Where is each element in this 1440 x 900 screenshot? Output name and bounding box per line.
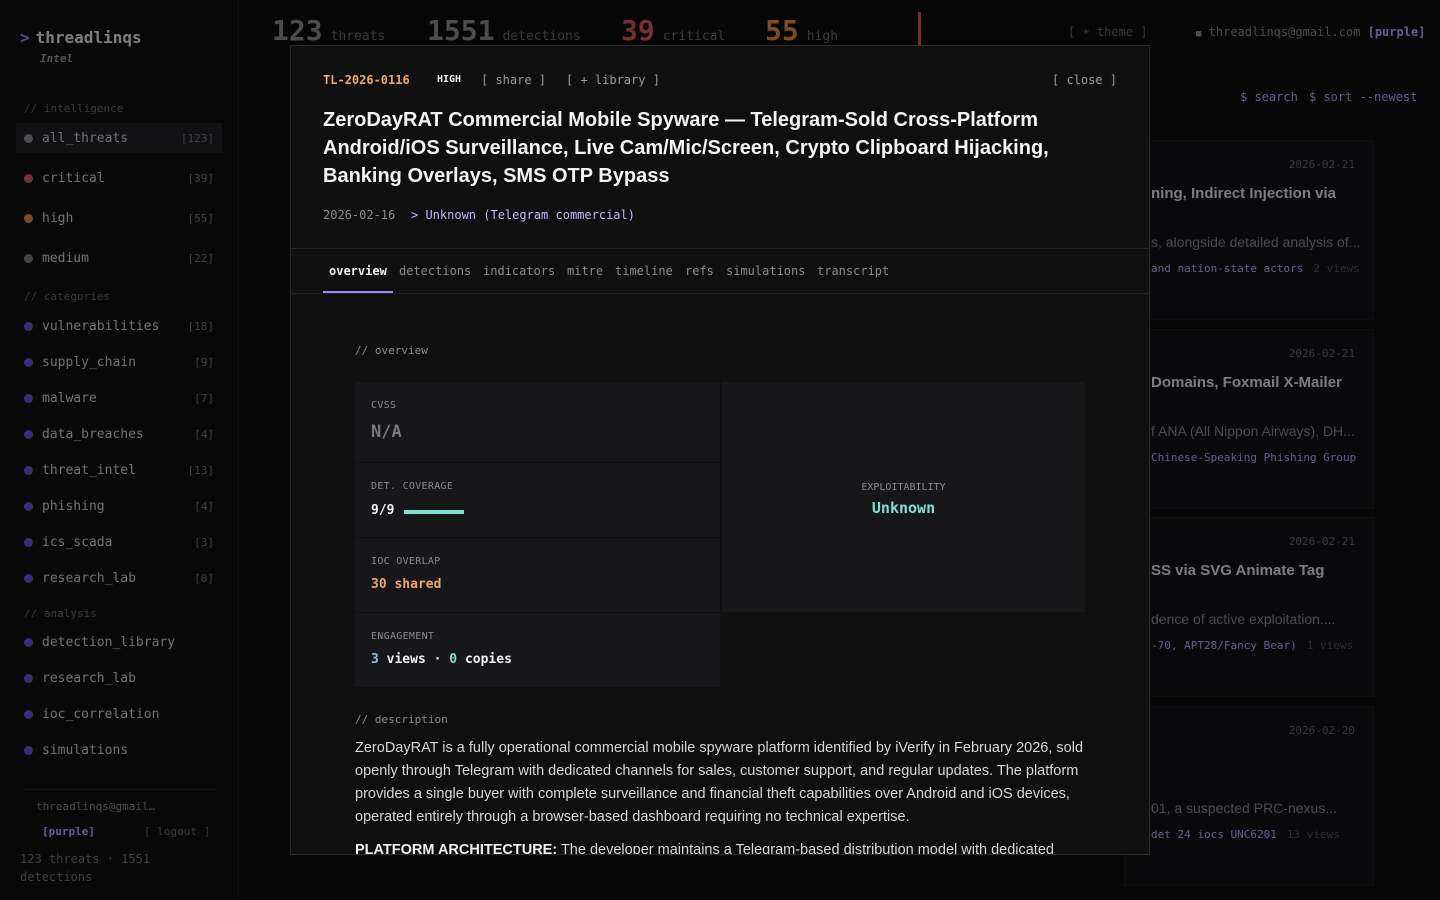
modal-header: TL-2026-0116 HIGH [ share ] [ + library …: [291, 46, 1149, 249]
tab-mitre[interactable]: mitre: [567, 264, 603, 278]
ioc-overlap-cell: IOC OVERLAP 30 shared: [355, 538, 720, 612]
coverage-cell: DET. COVERAGE 9/9: [355, 463, 720, 537]
tab-simulations[interactable]: simulations: [726, 264, 805, 278]
engagement-views-count: 3: [371, 652, 379, 667]
threat-detail-modal: TL-2026-0116 HIGH [ share ] [ + library …: [290, 45, 1150, 855]
description-platform-paragraph: PLATFORM ARCHITECTURE: The developer mai…: [355, 842, 1085, 855]
tab-overview[interactable]: overview: [329, 264, 387, 278]
coverage-value: 9/9: [371, 503, 395, 518]
cvss-label: CVSS: [371, 400, 397, 411]
tab-refs[interactable]: refs: [685, 264, 714, 278]
overview-section-label: // overview: [355, 344, 428, 357]
exploitability-value: Unknown: [871, 499, 936, 517]
threat-title: ZeroDayRAT Commercial Mobile Spyware — T…: [323, 109, 1049, 187]
description-section-label: // description: [355, 713, 448, 726]
engagement-separator: ·: [433, 652, 442, 667]
ioc-overlap-label: IOC OVERLAP: [371, 556, 441, 567]
platform-text: The developer maintains a Telegram-based…: [557, 842, 1054, 855]
add-to-library-button[interactable]: [ + library ]: [566, 73, 660, 87]
exploitability-label: EXPLOITABILITY: [861, 482, 946, 493]
threat-date: 2026-02-16: [323, 208, 396, 222]
modal-tabs: overview detections indicators mitre timelin…: [291, 249, 1149, 294]
engagement-views-label: views: [386, 652, 426, 667]
cvss-value: N/A: [371, 422, 402, 442]
tab-indicators[interactable]: indicators: [483, 264, 555, 278]
threat-actor-link[interactable]: > Unknown (Telegram commercial): [411, 208, 635, 222]
engagement-cell: ENGAGEMENT 3 views · 0 copies: [355, 613, 720, 687]
platform-heading: PLATFORM ARCHITECTURE:: [355, 842, 558, 855]
engagement-copies-count: 0: [449, 652, 458, 667]
ioc-overlap-value: 30 shared: [371, 577, 442, 592]
coverage-bar: [404, 510, 464, 514]
tab-transcript[interactable]: transcript: [817, 264, 889, 278]
share-button[interactable]: [ share ]: [481, 73, 546, 87]
cvss-cell: CVSS N/A: [355, 382, 720, 462]
description-text: ZeroDayRAT is a fully operational commer…: [355, 740, 1084, 825]
severity-badge: HIGH: [437, 74, 462, 85]
close-button[interactable]: [ close ]: [1052, 73, 1117, 87]
active-tab-indicator: [323, 291, 393, 293]
exploitability-cell: EXPLOITABILITY Unknown: [722, 382, 1085, 612]
tab-detections[interactable]: detections: [399, 264, 471, 278]
engagement-value: 3 views · 0 copies: [371, 652, 512, 667]
engagement-label: ENGAGEMENT: [371, 631, 435, 642]
engagement-copies-label: copies: [464, 652, 512, 667]
tab-timeline[interactable]: timeline: [615, 264, 673, 278]
coverage-label: DET. COVERAGE: [371, 481, 454, 492]
threat-id: TL-2026-0116: [323, 73, 410, 87]
